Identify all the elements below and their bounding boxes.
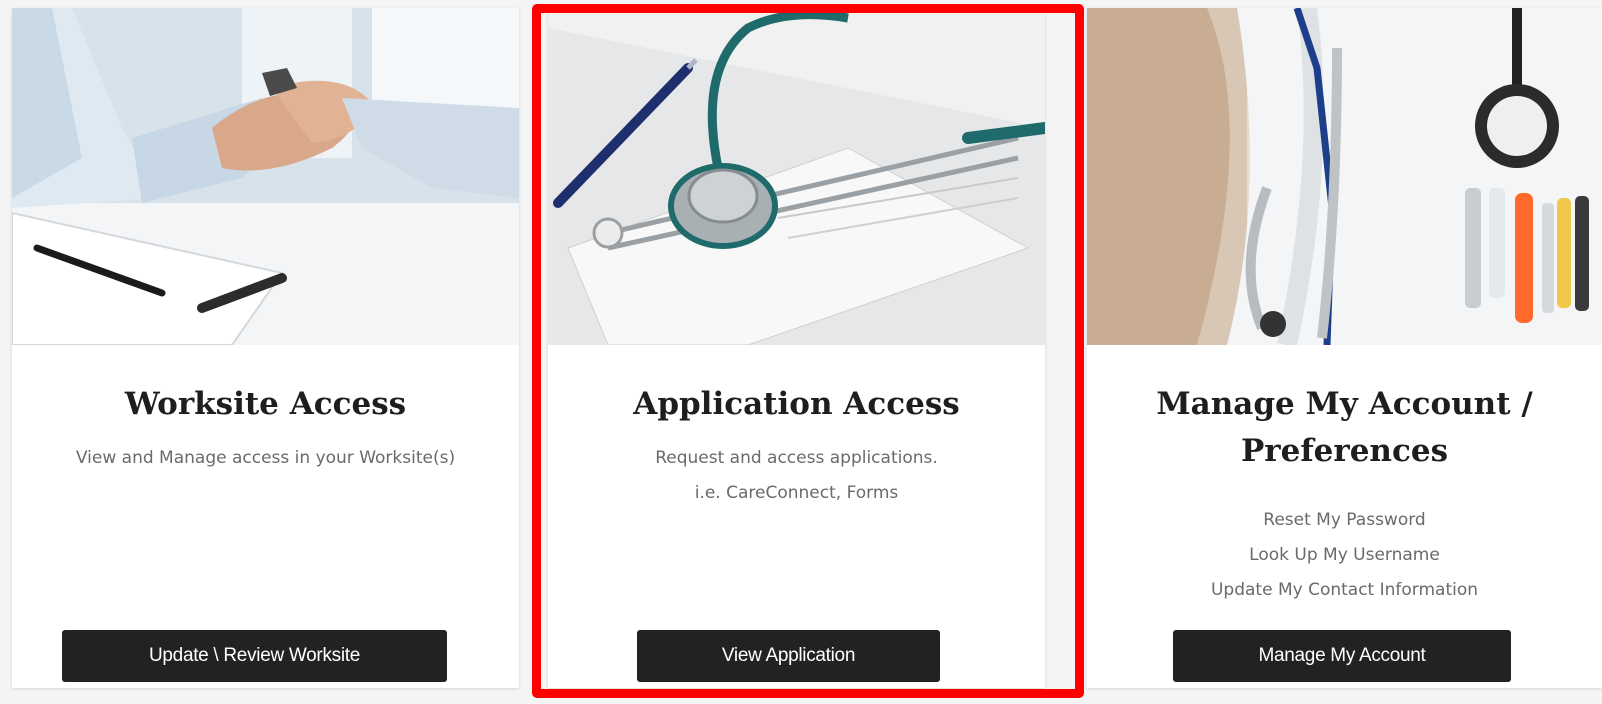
manage-account-card: Manage My Account / Preferences Reset My… (1087, 8, 1602, 688)
card-title-line: Manage My Account / (1156, 386, 1533, 422)
description-line: i.e. CareConnect, Forms (694, 483, 899, 503)
card-title: Worksite Access (124, 386, 407, 422)
card-description: View and Manage access in your Worksite(… (12, 441, 519, 476)
doctor-coat-photo (1087, 8, 1602, 345)
stethoscope-photo (548, 8, 1045, 345)
description-line: Request and access applications. (655, 448, 938, 468)
card-title: Application Access (633, 386, 960, 422)
worksite-access-card: Worksite Access View and Manage access i… (12, 8, 519, 688)
manage-my-account-button[interactable]: Manage My Account (1173, 630, 1511, 682)
view-application-button[interactable]: View Application (637, 630, 940, 682)
description-line: View and Manage access in your Worksite(… (75, 448, 456, 468)
reset-password-link[interactable]: Reset My Password (1087, 503, 1602, 538)
update-review-worksite-button[interactable]: Update \ Review Worksite (62, 630, 447, 682)
card-title: Manage My Account / Preferences (1087, 381, 1602, 475)
application-access-card: Application Access Request and access ap… (548, 8, 1045, 688)
worksite-photo (12, 8, 519, 345)
update-contact-info-link[interactable]: Update My Contact Information (1087, 573, 1602, 608)
account-links: Reset My Password Look Up My Username Up… (1087, 503, 1602, 608)
card-description: Request and access applications. i.e. Ca… (548, 441, 1045, 511)
lookup-username-link[interactable]: Look Up My Username (1087, 538, 1602, 573)
card-title-line: Preferences (1240, 433, 1449, 469)
